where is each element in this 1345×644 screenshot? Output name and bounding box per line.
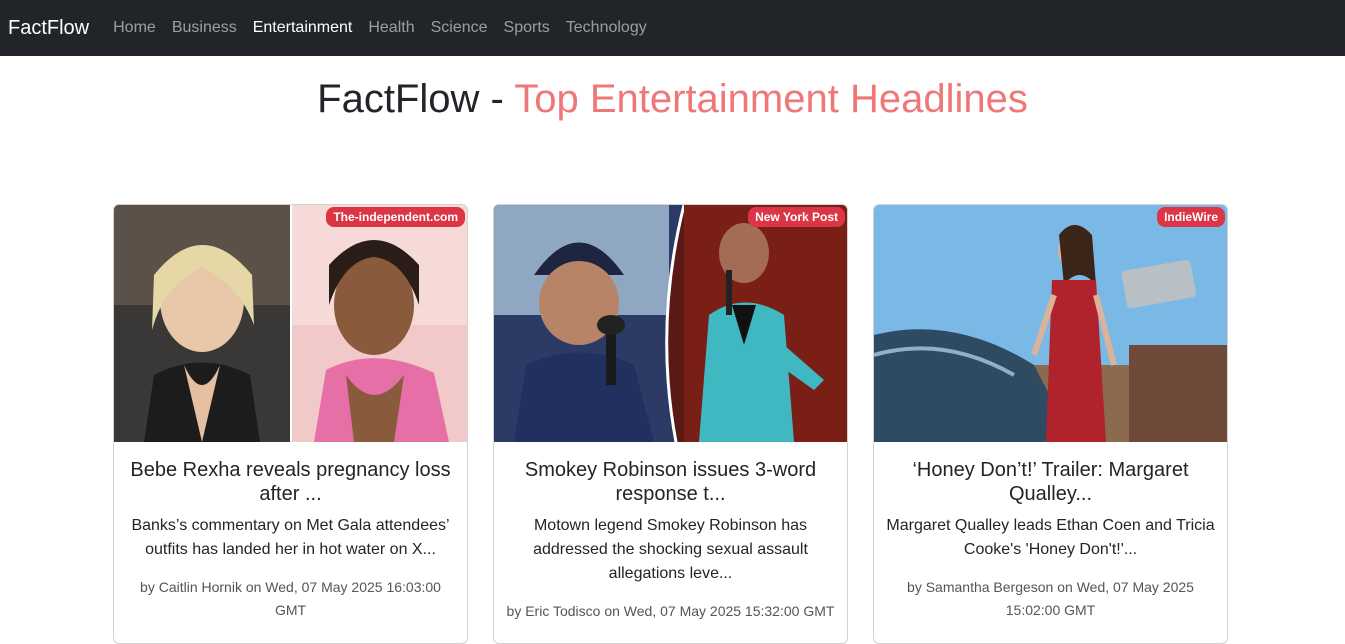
news-card-byline: by Samantha Bergeson on Wed, 07 May 2025…	[907, 579, 1194, 618]
news-card-grid: The-independent.com Bebe Rexha reveals p…	[113, 204, 1228, 644]
news-card-title[interactable]: Smokey Robinson issues 3-word response t…	[506, 458, 835, 506]
nav-link-science[interactable]: Science	[423, 11, 496, 45]
nav-link-health[interactable]: Health	[360, 11, 422, 45]
news-card-body: ‘Honey Don’t!’ Trailer: Margaret Qualley…	[874, 442, 1227, 622]
news-card-image[interactable]: The-independent.com	[114, 205, 467, 442]
news-card: New York Post Smokey Robinson issues 3-w…	[493, 204, 848, 644]
nav-link-sports[interactable]: Sports	[496, 11, 558, 45]
news-card-description: Banks’s commentary on Met Gala attendees…	[131, 517, 450, 558]
nav-links: Home Business Entertainment Health Scien…	[105, 11, 655, 45]
nav-link-business[interactable]: Business	[164, 11, 245, 45]
page-title-accent: Top Entertainment Headlines	[514, 77, 1028, 121]
news-card: IndieWire ‘Honey Don’t!’ Trailer: Margar…	[873, 204, 1228, 644]
news-card: The-independent.com Bebe Rexha reveals p…	[113, 204, 468, 644]
nav-link-technology[interactable]: Technology	[558, 11, 655, 45]
news-card-description: Motown legend Smokey Robinson has addres…	[533, 517, 808, 582]
page-title: FactFlow - Top Entertainment Headlines	[0, 75, 1345, 123]
nav-link-entertainment[interactable]: Entertainment	[245, 11, 361, 45]
news-image-two-portraits	[494, 205, 847, 442]
news-card-body: Smokey Robinson issues 3-word response t…	[494, 442, 847, 623]
page-title-prefix: FactFlow -	[317, 77, 515, 121]
news-card-image[interactable]: IndieWire	[874, 205, 1227, 442]
news-card-description: Margaret Qualley leads Ethan Coen and Tr…	[886, 517, 1215, 558]
news-image-two-portraits	[114, 205, 467, 442]
news-card-byline: by Eric Todisco on Wed, 07 May 2025 15:3…	[506, 603, 835, 619]
news-card-title[interactable]: ‘Honey Don’t!’ Trailer: Margaret Qualley…	[886, 458, 1215, 506]
news-image-movie-still	[874, 205, 1227, 442]
source-badge: IndieWire	[1157, 207, 1225, 227]
nav-link-home[interactable]: Home	[105, 11, 164, 45]
brand-logo[interactable]: FactFlow	[8, 17, 89, 40]
source-badge: New York Post	[748, 207, 845, 227]
news-card-title[interactable]: Bebe Rexha reveals pregnancy loss after …	[126, 458, 455, 506]
news-card-byline: by Caitlin Hornik on Wed, 07 May 2025 16…	[140, 579, 441, 618]
source-badge: The-independent.com	[326, 207, 465, 227]
news-card-image[interactable]: New York Post	[494, 205, 847, 442]
top-navbar: FactFlow Home Business Entertainment Hea…	[0, 0, 1345, 56]
news-card-body: Bebe Rexha reveals pregnancy loss after …	[114, 442, 467, 622]
